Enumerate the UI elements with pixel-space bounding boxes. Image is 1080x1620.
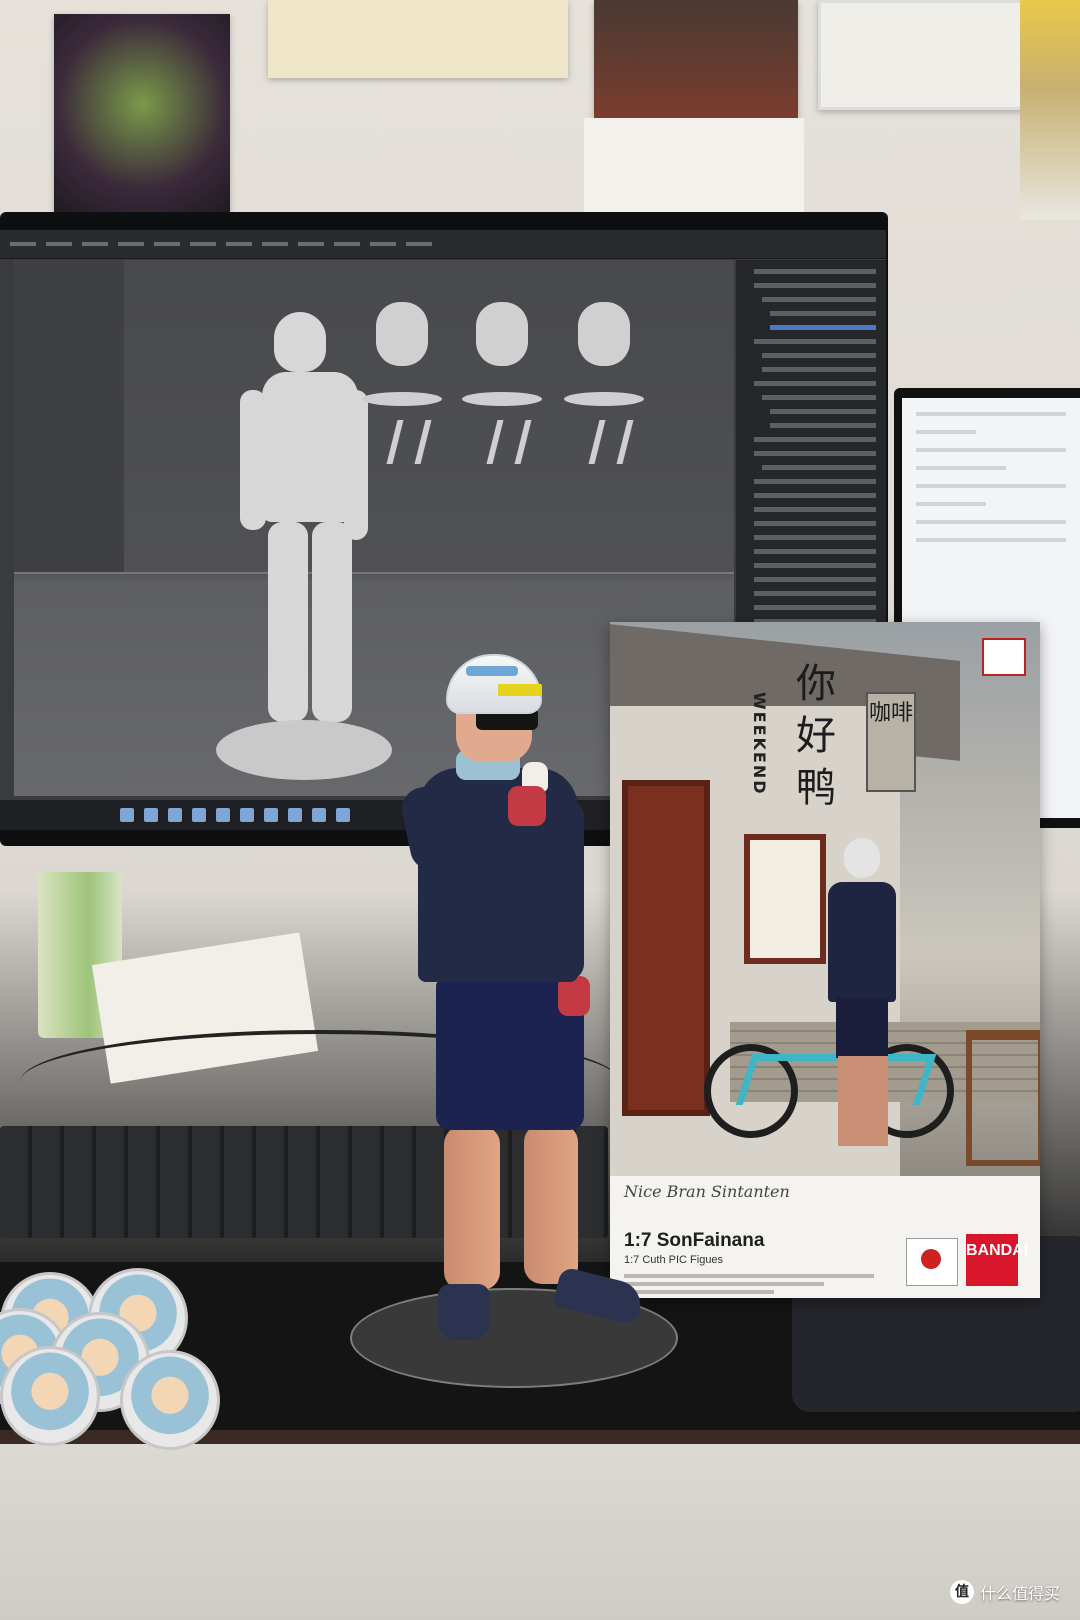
model-head	[274, 312, 326, 372]
box-photo: 你好鸭 WEEKEND 咖啡	[610, 622, 1040, 1176]
watermark-text: 什么值得买	[980, 1584, 1061, 1603]
box-script-line: Nice Bran Sintanten	[624, 1182, 790, 1201]
figure-visor	[498, 684, 542, 696]
model-base	[216, 720, 392, 780]
wooden-chair	[966, 1030, 1040, 1166]
figure-glove-left	[508, 786, 546, 826]
partner-logo	[906, 1238, 958, 1286]
keyboard	[0, 1126, 608, 1238]
bust-base-3	[564, 392, 644, 406]
shelf	[1020, 0, 1080, 220]
figure-shoe-left	[438, 1284, 490, 1340]
figure-leg-right	[524, 1124, 578, 1284]
bandai-logo: BANDAI	[966, 1234, 1028, 1286]
shop-window	[744, 834, 826, 964]
box-fine-print	[624, 1270, 874, 1294]
sign-chinese: 你好鸭	[796, 661, 836, 811]
figure-leg-left	[444, 1126, 500, 1290]
side-sign: 咖啡	[866, 692, 916, 792]
pin-badge	[0, 1346, 100, 1446]
pin-badge	[120, 1350, 220, 1450]
wall-poster-portrait	[54, 14, 230, 214]
bust-base-2	[462, 392, 542, 406]
software-menubar	[0, 230, 886, 259]
model-leg-left	[268, 522, 308, 722]
floor	[0, 1444, 1080, 1620]
sign-english: WEEKEND	[750, 692, 769, 796]
watermark: 值 什么值得买	[950, 1580, 1060, 1604]
wall-poster-dark	[594, 0, 798, 118]
wooden-door	[622, 780, 710, 1116]
box-subtitle: 1:7 Cuth PIC Figues	[624, 1254, 724, 1266]
box-corner-logo	[982, 638, 1026, 676]
box-title: 1:7 SonFainana	[624, 1230, 765, 1251]
model-leg-right	[312, 522, 352, 722]
figure-glove-right	[558, 976, 590, 1016]
model-torso	[262, 372, 358, 522]
wall-poster-top	[268, 0, 568, 78]
side-sign-text: 咖啡	[868, 701, 913, 726]
model-bust-1	[376, 302, 428, 366]
box-rider	[822, 838, 902, 1158]
model-bust-3	[578, 302, 630, 366]
model-bust-2	[476, 302, 528, 366]
product-box: 你好鸭 WEEKEND 咖啡 Nice Bran Sintanten 1:7 S…	[610, 622, 1040, 1298]
photo-scene: 你好鸭 WEEKEND 咖啡 Nice Bran Sintanten 1:7 S…	[0, 0, 1080, 1620]
watermark-icon: 值	[950, 1580, 974, 1604]
wall-frame	[818, 0, 1036, 110]
bust-base-1	[362, 392, 442, 406]
